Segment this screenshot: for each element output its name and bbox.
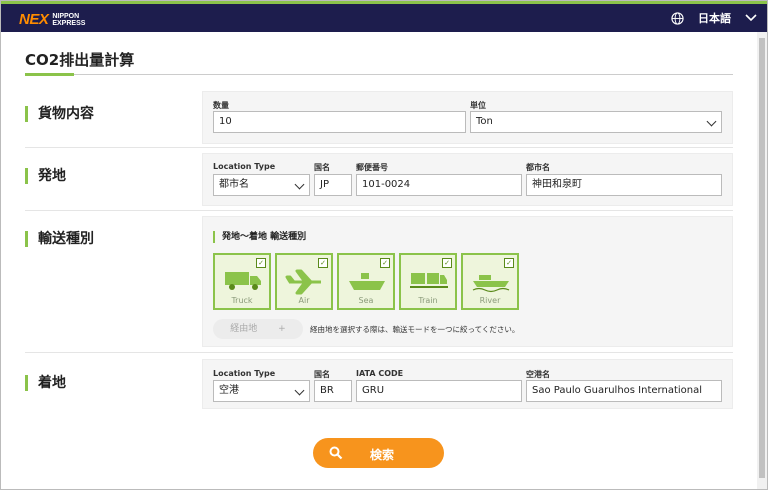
airplane-icon xyxy=(285,269,321,295)
app-frame: NEX NIPPON EXPRESS 日本語 CO2排出量計算 貨物内容 数量 … xyxy=(0,0,768,490)
section-label-destination: 着地 xyxy=(25,375,66,391)
iata-code-input[interactable]: GRU xyxy=(356,380,522,402)
dest-location-type-value: 空港 xyxy=(219,385,239,396)
title-accent xyxy=(25,73,74,76)
origin-city-label: 都市名 xyxy=(526,163,550,172)
quantity-input[interactable]: 10 xyxy=(213,111,466,133)
checkbox-checked-icon: ✓ xyxy=(380,258,390,268)
chevron-down-icon xyxy=(706,116,717,127)
language-label: 日本語 xyxy=(698,12,731,25)
section-divider xyxy=(25,352,733,353)
origin-location-type-select[interactable]: 都市名 xyxy=(213,174,310,196)
dest-country-input[interactable]: BR xyxy=(314,380,352,402)
unit-value: Ton xyxy=(476,116,493,127)
mode-label: Air xyxy=(298,296,310,305)
dest-location-type-select[interactable]: 空港 xyxy=(213,380,310,402)
search-icon xyxy=(329,446,343,460)
title-divider xyxy=(25,74,733,75)
mode-train-toggle[interactable]: ✓ Train xyxy=(399,253,457,310)
origin-country-input[interactable]: JP xyxy=(314,174,352,196)
mode-river-toggle[interactable]: ✓ River xyxy=(461,253,519,310)
iata-code-label: IATA CODE xyxy=(356,369,404,378)
search-button[interactable]: 検索 xyxy=(313,438,444,468)
section-label-origin: 発地 xyxy=(25,168,66,184)
scrollbar[interactable] xyxy=(757,32,767,489)
dest-location-type-label: Location Type xyxy=(213,369,276,378)
dest-country-label: 国名 xyxy=(314,370,330,379)
checkbox-checked-icon: ✓ xyxy=(318,258,328,268)
nippon-express-logo[interactable]: NEX NIPPON EXPRESS xyxy=(19,11,85,28)
page-title: CO2排出量計算 xyxy=(25,51,135,69)
via-note: 経由地を選択する際は、輸送モードを一つに絞ってください。 xyxy=(310,325,520,334)
plus-icon: + xyxy=(278,324,286,334)
river-boat-icon xyxy=(472,275,510,293)
logo-mark: NEX xyxy=(19,11,49,28)
globe-icon xyxy=(671,11,684,25)
origin-postal-label: 郵便番号 xyxy=(356,163,388,172)
scrollbar-thumb[interactable] xyxy=(759,38,765,478)
top-bar: NEX NIPPON EXPRESS 日本語 xyxy=(1,1,767,32)
via-button-label: 経由地 xyxy=(230,324,258,334)
mode-sea-toggle[interactable]: ✓ Sea xyxy=(337,253,395,310)
truck-icon xyxy=(225,272,261,290)
quantity-label: 数量 xyxy=(213,101,229,110)
section-label-transport: 輸送種別 xyxy=(25,231,94,247)
origin-city-input[interactable]: 神田和泉町 xyxy=(526,174,722,196)
logo-text: NIPPON EXPRESS xyxy=(52,12,86,27)
chevron-down-icon xyxy=(294,385,305,396)
chevron-down-icon xyxy=(294,179,305,190)
section-divider xyxy=(25,147,733,148)
airport-name-input[interactable]: Sao Paulo Guarulhos International xyxy=(526,380,722,402)
section-divider xyxy=(25,210,733,211)
checkbox-checked-icon: ✓ xyxy=(442,258,452,268)
checkbox-checked-icon: ✓ xyxy=(504,258,514,268)
ship-icon xyxy=(349,273,385,290)
add-via-point-button[interactable]: 経由地 + xyxy=(213,319,303,339)
transport-subtitle: 発地〜着地 輸送種別 xyxy=(213,231,306,243)
origin-country-label: 国名 xyxy=(314,163,330,172)
mode-air-toggle[interactable]: ✓ Air xyxy=(275,253,333,310)
chevron-down-icon xyxy=(745,14,757,22)
section-label-cargo: 貨物内容 xyxy=(25,106,94,122)
unit-select[interactable]: Ton xyxy=(470,111,722,133)
search-button-label: 検索 xyxy=(370,448,395,462)
language-selector[interactable]: 日本語 xyxy=(671,10,757,26)
mode-label: Train xyxy=(418,296,438,305)
unit-label: 単位 xyxy=(470,101,486,110)
mode-label: River xyxy=(479,296,501,305)
origin-location-type-value: 都市名 xyxy=(219,179,249,190)
mode-truck-toggle[interactable]: ✓ Truck xyxy=(213,253,271,310)
checkbox-checked-icon: ✓ xyxy=(256,258,266,268)
mode-label: Truck xyxy=(231,296,253,305)
train-icon xyxy=(410,273,448,288)
origin-postal-input[interactable]: 101-0024 xyxy=(356,174,522,196)
mode-label: Sea xyxy=(358,296,374,305)
airport-name-label: 空港名 xyxy=(526,370,550,379)
origin-location-type-label: Location Type xyxy=(213,162,276,171)
